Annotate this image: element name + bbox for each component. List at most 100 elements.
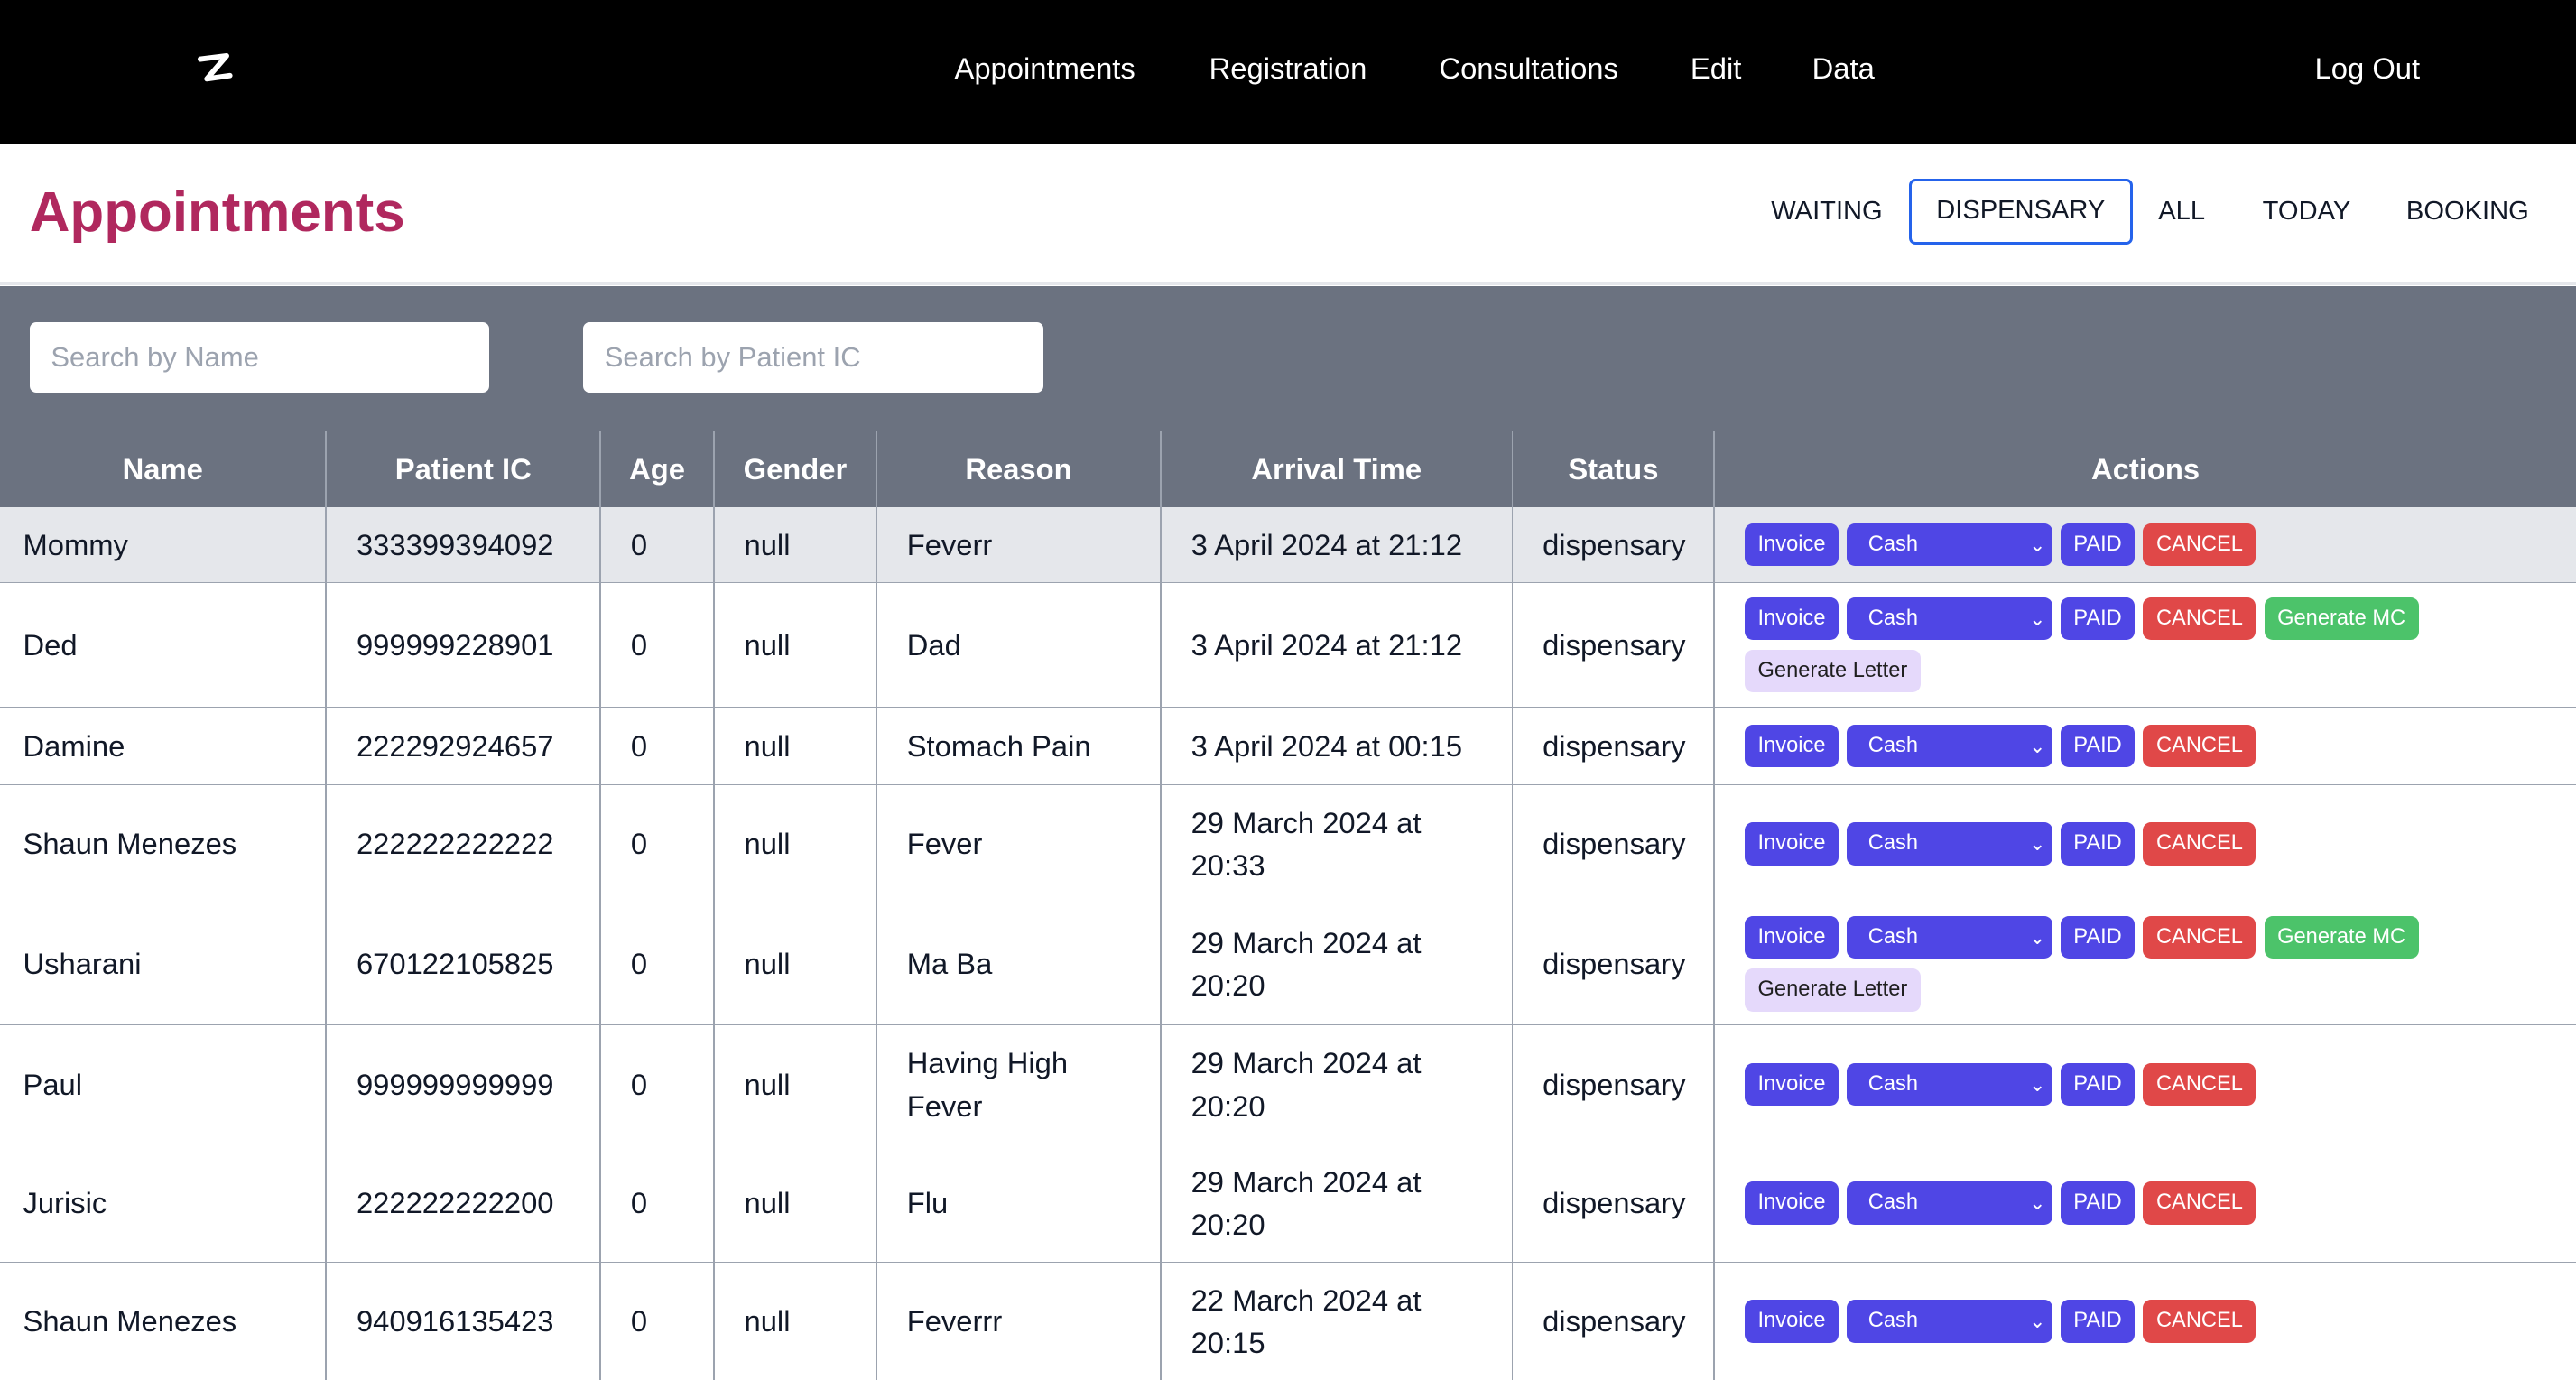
arrival-time: 3 April 2024 at 00:15: [1191, 728, 1463, 763]
nav-data[interactable]: Data: [1812, 51, 1875, 87]
tab-dispensary[interactable]: DISPENSARY: [1909, 179, 2133, 245]
table-row: Usharani 670122105825 0 null Ma Ba 29 March 2…: [0, 903, 2576, 1026]
cancel-button[interactable]: CANCEL: [2143, 916, 2256, 959]
arrival-time: 3 April 2024 at 21:12: [1191, 527, 1463, 561]
patient-gender: null: [744, 627, 791, 662]
chevron-down-icon: ⌄: [2029, 734, 2046, 757]
row-actions: Invoice Cash ⌄ PAID CANCEL Generate MC Generat…: [1744, 583, 2566, 707]
nav-appointments[interactable]: Appointments: [955, 51, 1135, 87]
table-row: Shaun Menezes 940916135423 0 null Feverrr 22 …: [0, 1262, 2576, 1380]
paid-button[interactable]: PAID: [2060, 523, 2136, 567]
paid-button[interactable]: PAID: [2060, 724, 2136, 768]
logout-link[interactable]: Log Out: [2315, 51, 2421, 87]
generate-mc-button[interactable]: Generate MC: [2264, 597, 2419, 641]
cancel-button[interactable]: CANCEL: [2143, 1181, 2256, 1225]
generate-letter-button[interactable]: Generate Letter: [1744, 968, 1921, 1012]
row-actions: Invoice Cash ⌄ PAID CANCEL: [1744, 1025, 2566, 1144]
chevron-down-icon: ⌄: [2029, 607, 2046, 630]
patient-age: 0: [630, 1068, 648, 1102]
patient-name: Shaun Menezes: [23, 1304, 237, 1338]
cancel-button[interactable]: CANCEL: [2143, 1300, 2256, 1343]
patient-age: 0: [630, 1186, 648, 1220]
paid-button[interactable]: PAID: [2060, 822, 2136, 866]
patient-ic: 333399394092: [356, 527, 554, 561]
payment-method-select[interactable]: Cash ⌄: [1847, 523, 2052, 567]
invoice-button[interactable]: Invoice: [1744, 916, 1839, 959]
cancel-button[interactable]: CANCEL: [2143, 523, 2256, 567]
col-status: Status: [1568, 451, 1659, 486]
invoice-button[interactable]: Invoice: [1744, 1300, 1839, 1343]
patient-gender: null: [744, 728, 791, 763]
tab-waiting[interactable]: WAITING: [1748, 179, 1906, 245]
status-text: dispensary: [1543, 947, 1686, 981]
invoice-button[interactable]: Invoice: [1744, 523, 1839, 567]
payment-method-select[interactable]: Cash ⌄: [1847, 916, 2052, 959]
paid-button[interactable]: PAID: [2060, 1300, 2136, 1343]
visit-reason: Having High Fever: [906, 1046, 1069, 1123]
paid-button[interactable]: PAID: [2060, 1181, 2136, 1225]
patient-age: 0: [630, 728, 648, 763]
paid-button[interactable]: PAID: [2060, 597, 2136, 641]
table-row: Ded 999999228901 0 null Dad 3 April 2024 at 2…: [0, 583, 2576, 708]
paid-button[interactable]: PAID: [2060, 916, 2136, 959]
nav-edit[interactable]: Edit: [1691, 51, 1741, 87]
z-logo-icon[interactable]: [190, 46, 240, 92]
tab-booking[interactable]: BOOKING: [2392, 179, 2543, 245]
visit-reason: Fever: [906, 827, 983, 861]
payment-method-value: Cash: [1867, 1309, 1919, 1333]
chevron-down-icon: ⌄: [2029, 1191, 2046, 1215]
table-row: Paul 999999999999 0 null Having High Fever 29…: [0, 1025, 2576, 1145]
search-ic-input[interactable]: [583, 321, 1043, 393]
invoice-button[interactable]: Invoice: [1744, 1063, 1839, 1107]
nav-registration[interactable]: Registration: [1209, 51, 1367, 87]
payment-method-select[interactable]: Cash ⌄: [1847, 1063, 2052, 1107]
tab-today[interactable]: TODAY: [2241, 179, 2373, 245]
payment-method-select[interactable]: Cash ⌄: [1847, 822, 2052, 866]
cancel-button[interactable]: CANCEL: [2143, 724, 2256, 768]
nav-consultations[interactable]: Consultations: [1439, 51, 1617, 87]
invoice-button[interactable]: Invoice: [1744, 597, 1839, 641]
col-patient-ic: Patient IC: [394, 451, 532, 486]
patient-ic: 999999999999: [356, 1068, 554, 1102]
invoice-button[interactable]: Invoice: [1744, 1181, 1839, 1225]
payment-method-select[interactable]: Cash ⌄: [1847, 1181, 2052, 1225]
status-text: dispensary: [1543, 827, 1686, 861]
status-text: dispensary: [1543, 527, 1686, 561]
arrival-time: 29 March 2024 at 20:20: [1191, 1164, 1422, 1241]
payment-method-value: Cash: [1867, 1072, 1919, 1097]
status-text: dispensary: [1543, 1304, 1686, 1338]
search-name-input[interactable]: [29, 321, 490, 393]
visit-reason: Ma Ba: [906, 947, 993, 981]
page: Appointments Registration Consultations …: [0, 0, 2576, 1380]
paid-button[interactable]: PAID: [2060, 1063, 2136, 1107]
generate-mc-button[interactable]: Generate MC: [2264, 916, 2419, 959]
col-actions: Actions: [2091, 451, 2201, 486]
cancel-button[interactable]: CANCEL: [2143, 822, 2256, 866]
chevron-down-icon: ⌄: [2029, 1073, 2046, 1097]
invoice-button[interactable]: Invoice: [1744, 724, 1839, 768]
payment-method-select[interactable]: Cash ⌄: [1847, 1300, 2052, 1343]
col-name: Name: [122, 451, 203, 486]
row-actions: Invoice Cash ⌄ PAID CANCEL: [1744, 785, 2566, 902]
patient-ic: 222222222222: [356, 827, 554, 861]
payment-method-select[interactable]: Cash ⌄: [1847, 597, 2052, 641]
visit-reason: Flu: [906, 1186, 949, 1220]
payment-method-value: Cash: [1867, 733, 1919, 757]
page-header: Appointments WAITING DISPENSARY ALL TODA…: [0, 144, 2576, 286]
arrival-time: 29 March 2024 at 20:33: [1191, 805, 1422, 882]
invoice-button[interactable]: Invoice: [1744, 822, 1839, 866]
generate-letter-button[interactable]: Generate Letter: [1744, 650, 1921, 693]
cancel-button[interactable]: CANCEL: [2143, 1063, 2256, 1107]
patient-ic: 222292924657: [356, 728, 554, 763]
patient-ic: 670122105825: [356, 947, 554, 981]
status-text: dispensary: [1543, 627, 1686, 662]
visit-reason: Dad: [906, 627, 961, 662]
patient-name: Damine: [23, 728, 125, 763]
patient-name: Shaun Menezes: [23, 827, 237, 861]
payment-method-select[interactable]: Cash ⌄: [1847, 724, 2052, 768]
table-body: Mommy 333399394092 0 null Feverr 3 April 2024…: [0, 506, 2576, 1380]
cancel-button[interactable]: CANCEL: [2143, 597, 2256, 641]
patient-gender: null: [744, 1186, 791, 1220]
tab-all[interactable]: ALL: [2139, 179, 2225, 245]
patient-gender: null: [744, 1304, 791, 1338]
